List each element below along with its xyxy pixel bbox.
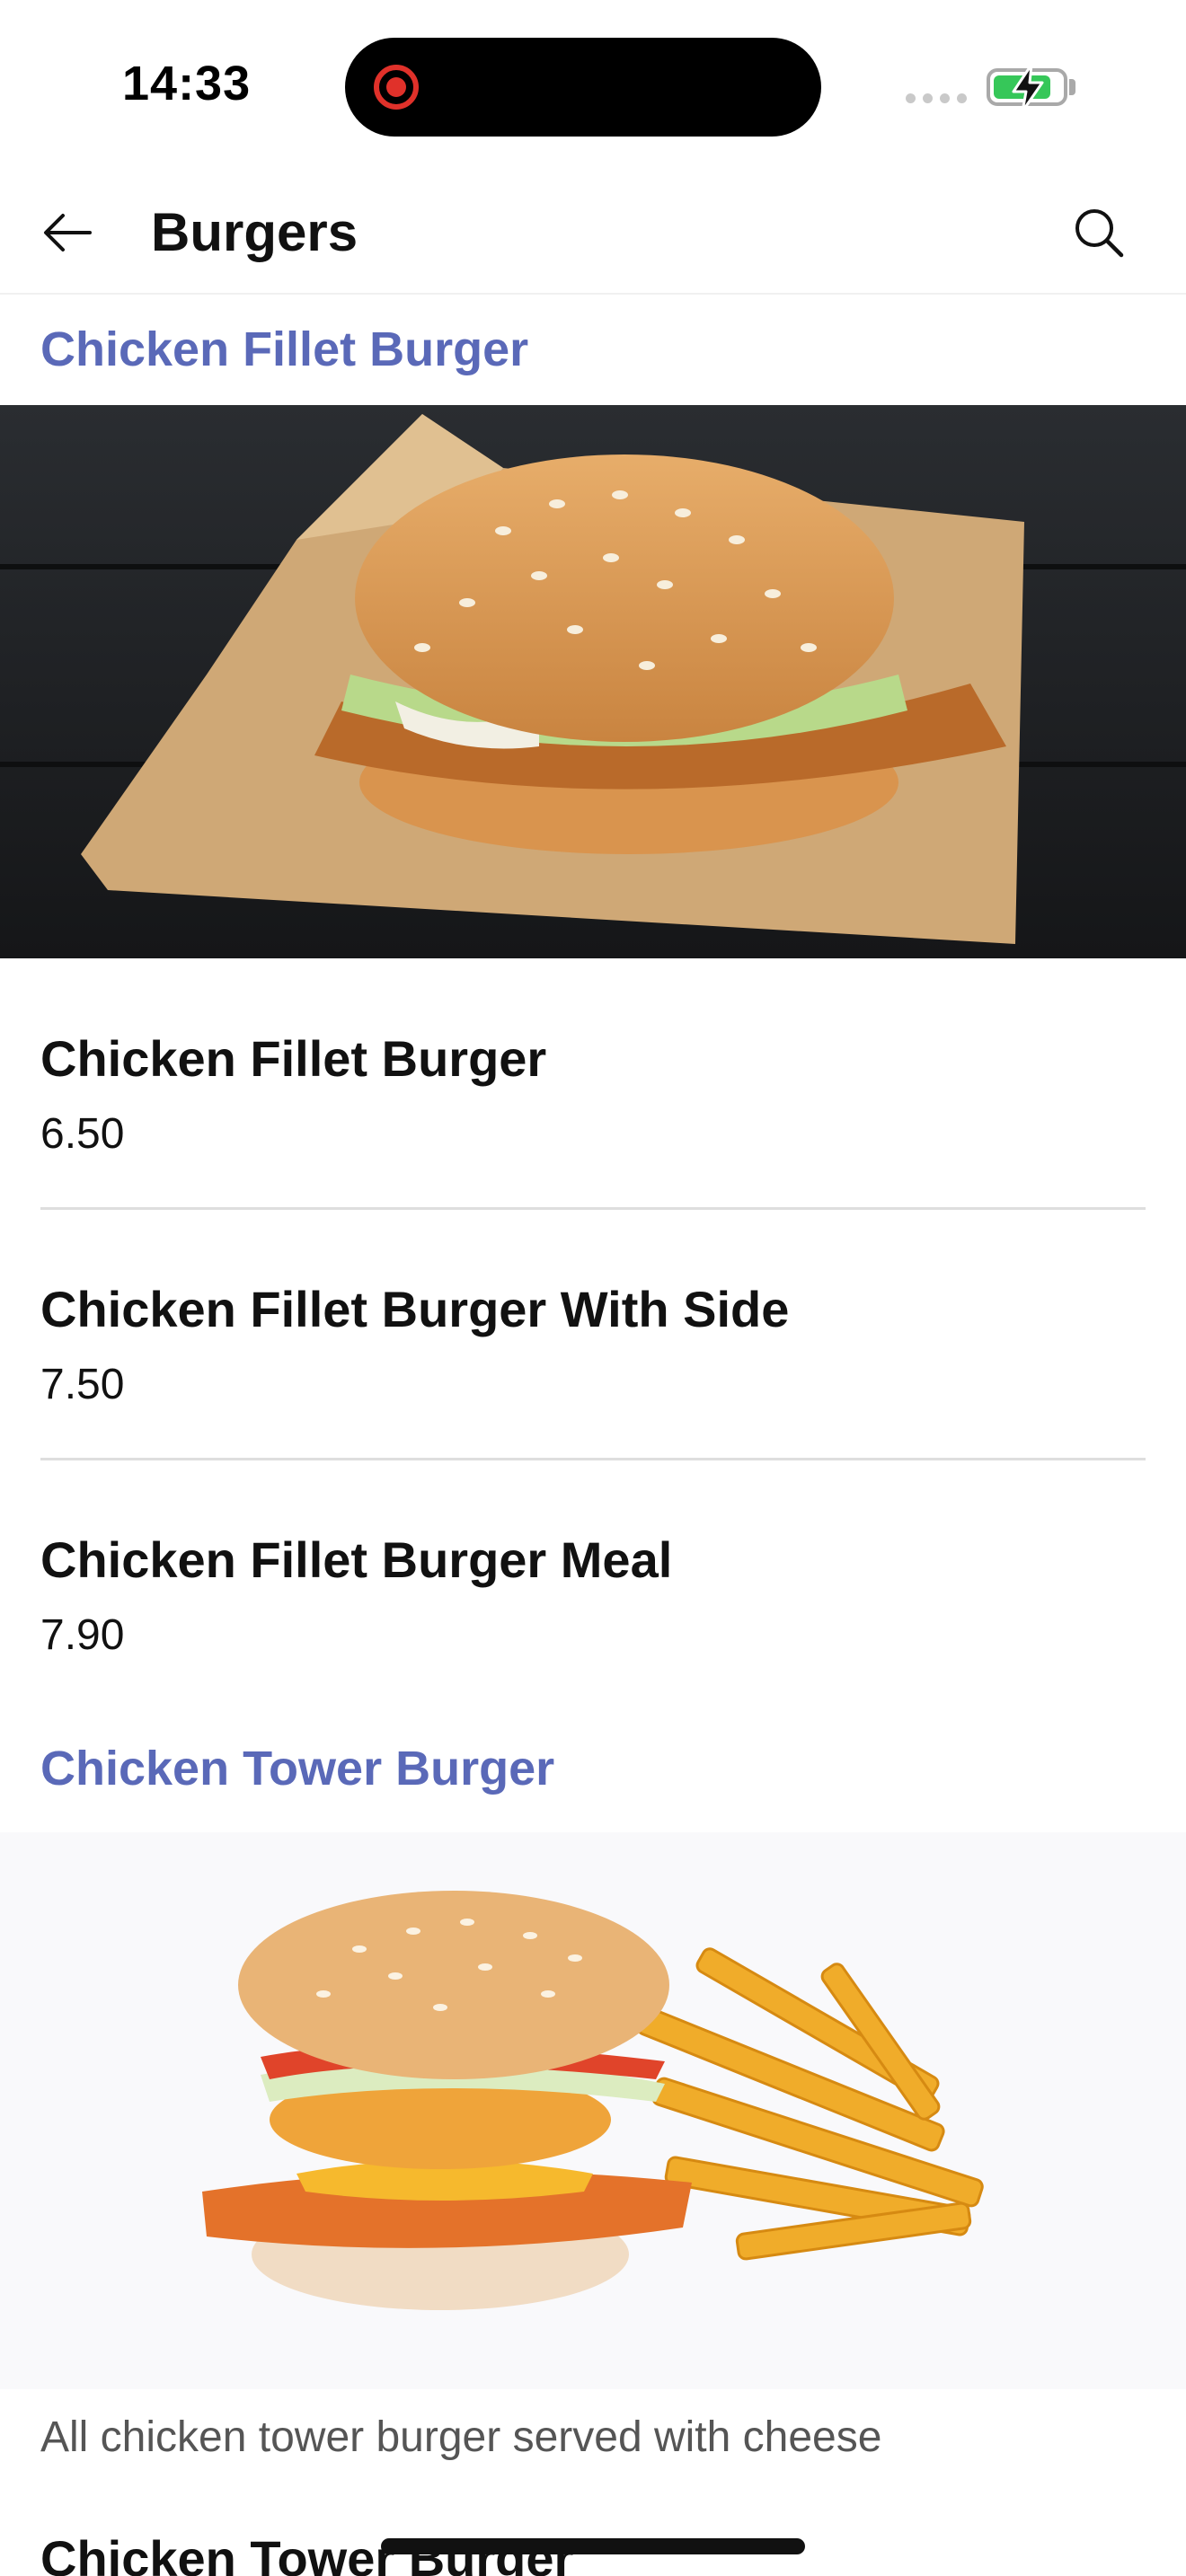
home-indicator[interactable]: [381, 2538, 805, 2554]
item-name: Chicken Fillet Burger With Side: [40, 1281, 790, 1337]
menu-item[interactable]: Chicken Fillet Burger With Side 7.50: [40, 1280, 1146, 1409]
chicken-fillet-burger-image: [0, 405, 1186, 958]
category-description: All chicken tower burger served with che…: [40, 2413, 882, 2461]
menu-item[interactable]: Chicken Fillet Burger Meal 7.90: [40, 1531, 1146, 1660]
status-time: 14:33: [122, 57, 252, 110]
item-name: Chicken Fillet Burger Meal: [40, 1531, 673, 1588]
screen: 14:33 Burgers Chicken Fillet Burger Chic…: [0, 0, 1186, 2576]
screen-recording-icon: [374, 65, 419, 110]
item-price: 6.50: [40, 1110, 125, 1158]
signal-icon: [906, 93, 967, 103]
navigation-bar: Burgers: [0, 162, 1186, 295]
arrow-left-icon[interactable]: [36, 201, 99, 264]
divider: [40, 1207, 1146, 1210]
item-name: Chicken Fillet Burger: [40, 1030, 547, 1087]
category-title-chicken-tower: Chicken Tower Burger: [40, 1742, 555, 1795]
item-price: 7.90: [40, 1611, 125, 1659]
chicken-tower-burger-image: [0, 1832, 1186, 2389]
divider: [40, 1458, 1146, 1460]
menu-item[interactable]: Chicken Fillet Burger 6.50: [40, 1029, 1146, 1159]
status-bar: 14:33: [0, 0, 1186, 162]
search-icon[interactable]: [1067, 201, 1130, 264]
dynamic-island: [345, 38, 821, 137]
battery-cap: [1069, 79, 1075, 95]
page-title: Burgers: [151, 202, 358, 262]
category-title-chicken-fillet: Chicken Fillet Burger: [40, 322, 529, 376]
item-price: 7.50: [40, 1361, 125, 1408]
charging-bolt-icon: [1012, 63, 1044, 113]
